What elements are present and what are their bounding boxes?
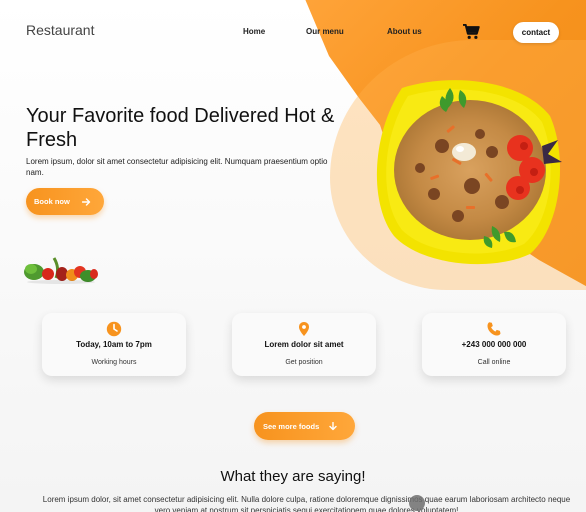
nav-link-about-us[interactable]: About us [387, 27, 422, 36]
landing-page: Restaurant Home Our menu About us contac… [0, 0, 586, 512]
map-pin-icon [299, 322, 309, 336]
card-title: +243 000 000 000 [461, 340, 527, 349]
see-more-foods-label: See more foods [263, 421, 320, 431]
card-subtitle: Get position [285, 359, 323, 366]
hero-title: Your Favorite food Delivered Hot & Fresh [26, 105, 335, 151]
see-more-foods-button[interactable]: See more foods [254, 412, 355, 440]
card-subtitle: Call online [477, 359, 511, 366]
vegetables-image [24, 257, 98, 284]
nav-link-home[interactable]: Home [243, 27, 265, 36]
info-card-phone: +243 000 000 000 Call online [422, 313, 566, 376]
mouse-cursor-indicator [409, 495, 425, 511]
arrow-right-icon [81, 197, 91, 206]
arrow-down-icon [329, 421, 337, 430]
cart-icon[interactable] [462, 24, 480, 40]
clock-icon [106, 321, 122, 337]
brand-logo-text[interactable]: Restaurant [26, 22, 94, 38]
card-subtitle: Working hours [91, 359, 137, 366]
book-now-label: Book now [34, 197, 70, 206]
testimonials-text: Lorem ipsum dolor, sit amet consectetur … [42, 495, 571, 512]
contact-button[interactable]: contact [513, 22, 559, 43]
phone-icon [487, 322, 501, 336]
card-title: Today, 10am to 7pm [76, 340, 152, 349]
card-title: Lorem dolor sit amet [264, 340, 344, 349]
hero-description: Lorem ipsum, dolor sit amet consectetur … [26, 157, 328, 177]
nav-link-our-menu[interactable]: Our menu [306, 27, 344, 36]
info-card-hours: Today, 10am to 7pm Working hours [42, 313, 186, 376]
info-card-position: Lorem dolor sit amet Get position [232, 313, 376, 376]
food-plate-image [376, 80, 562, 265]
testimonials-title: What they are saying! [220, 468, 366, 485]
book-now-button[interactable]: Book now [26, 188, 104, 215]
